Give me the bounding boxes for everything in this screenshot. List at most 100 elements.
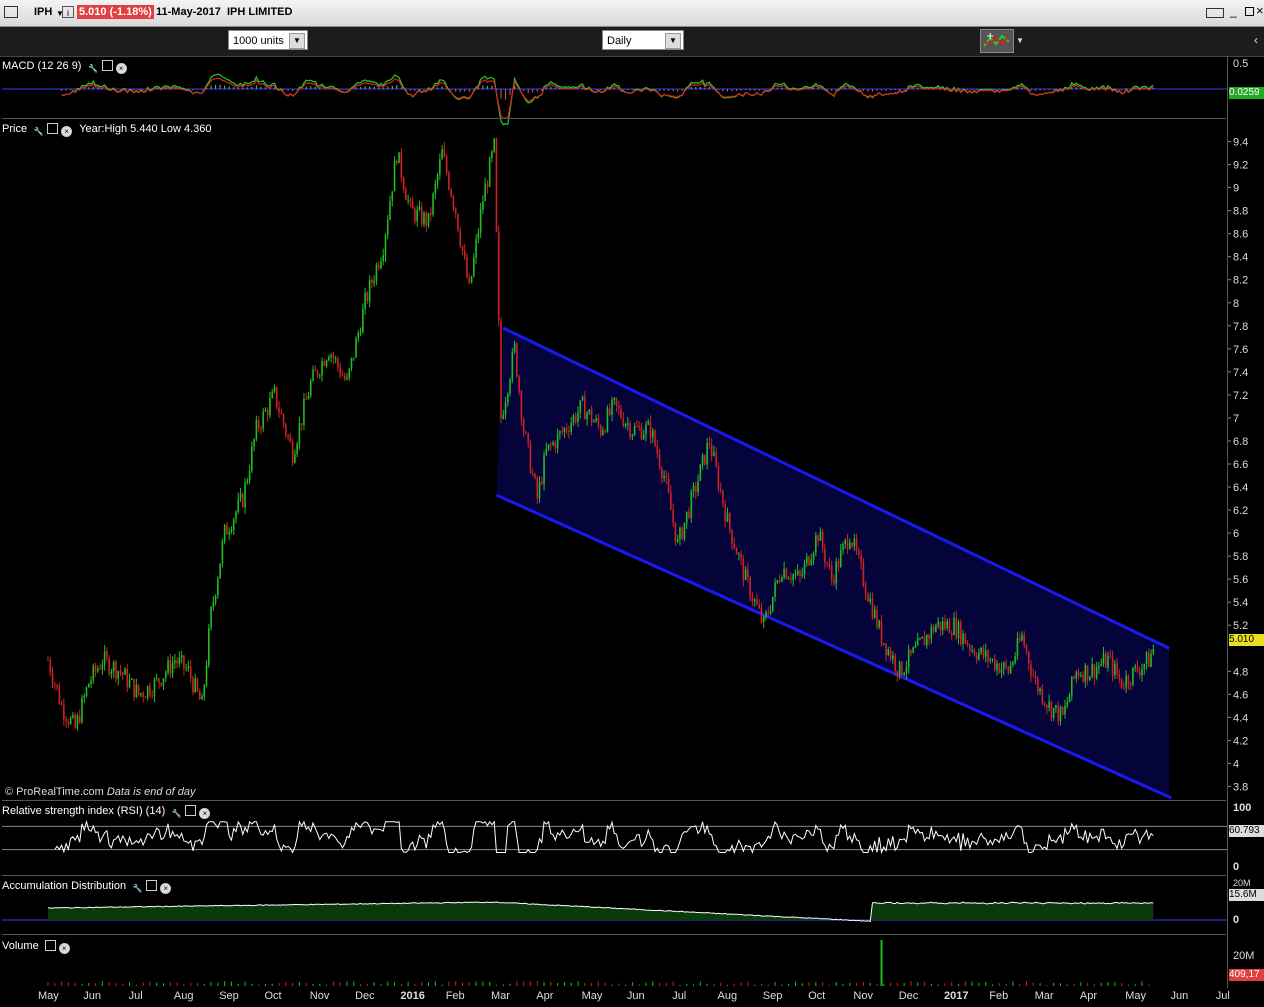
candle-body <box>269 398 271 416</box>
panel-separator[interactable] <box>2 875 1226 876</box>
close-icon[interactable]: × <box>61 126 73 137</box>
candle-body <box>744 569 747 581</box>
candle-body <box>756 599 758 605</box>
y-tick-label: 4.4 <box>1233 712 1248 724</box>
candle-body <box>631 434 634 437</box>
candle-body <box>894 655 896 671</box>
candle-body <box>778 580 781 582</box>
candle-body <box>858 550 860 555</box>
ad-zero-tick: 0 <box>1233 914 1240 926</box>
chart-area[interactable]: 9.4 9.2 9 8.8 8.6 8.4 8.2 8 7.8 7.6 7.4 7.2 7 6.8 6.6 6… <box>0 0 1264 1007</box>
candle-body <box>681 527 683 540</box>
candle-body <box>83 696 86 698</box>
candle-body <box>869 598 871 602</box>
candle-body <box>819 531 822 541</box>
candle-body <box>762 616 765 622</box>
candle-body <box>380 260 382 269</box>
close-icon[interactable]: × <box>58 943 70 954</box>
candle-body <box>110 671 113 674</box>
close-icon[interactable]: × <box>160 883 172 894</box>
candle-body <box>520 391 523 420</box>
candle-body <box>332 354 335 359</box>
candle-body <box>117 671 120 679</box>
x-axis[interactable]: May Jun Jul Aug Sep Oct Nov Dec 2016 Feb Mar Apr May… <box>0 988 1230 1007</box>
candle-body <box>640 426 643 440</box>
close-icon[interactable]: × <box>199 808 211 819</box>
candle-body <box>624 423 627 427</box>
window-icon[interactable] <box>146 880 158 891</box>
window-icon[interactable] <box>47 123 59 134</box>
candle-body <box>346 377 348 380</box>
candle-body <box>78 715 81 723</box>
panel-separator[interactable] <box>2 934 1226 935</box>
rsi-top-tick: 100 <box>1233 802 1252 814</box>
candle-body <box>167 660 169 673</box>
candle-body <box>989 659 992 662</box>
candle-body <box>803 563 806 575</box>
x-tick-label: Jul <box>128 990 143 1002</box>
candle-body <box>164 672 167 679</box>
y-tick-label: 5.2 <box>1233 620 1248 632</box>
candle-body <box>738 553 740 555</box>
candle-body <box>540 481 543 484</box>
window-icon[interactable] <box>185 805 197 816</box>
candle-body <box>849 542 851 549</box>
window-icon[interactable] <box>101 60 113 71</box>
candle-body <box>941 621 944 631</box>
candle-body <box>719 488 722 491</box>
candle-body <box>275 386 278 408</box>
wrench-icon[interactable]: 🔧 <box>33 127 44 138</box>
candle-body <box>115 662 117 679</box>
wrench-icon[interactable]: 🔧 <box>171 809 182 820</box>
candle-body <box>475 239 477 258</box>
candle-body <box>1114 663 1116 676</box>
candle-body <box>715 452 717 467</box>
candle-body <box>237 499 240 512</box>
macd-top-tick: 0.5 <box>1233 58 1249 70</box>
candle-body <box>932 626 935 633</box>
candle-body <box>758 604 761 609</box>
candle-body <box>330 354 332 357</box>
window-icon[interactable] <box>44 940 56 951</box>
candle-body <box>391 191 394 202</box>
y-axis-divider <box>1227 56 1228 988</box>
candle-body <box>149 686 151 696</box>
candle-body <box>1057 705 1059 722</box>
x-tick-label: 2017 <box>944 990 969 1002</box>
panel-separator[interactable] <box>2 800 1226 801</box>
x-tick-label: Jul <box>672 990 687 1002</box>
candle-body <box>1021 634 1023 641</box>
candle-body <box>160 682 163 686</box>
candle-body <box>996 663 998 670</box>
candle-body <box>724 504 727 522</box>
candle-body <box>291 441 294 463</box>
candle-body <box>144 697 147 699</box>
candle-body <box>694 485 697 493</box>
candle-body <box>99 668 101 670</box>
candle-body <box>921 636 924 639</box>
candle-body <box>688 511 690 519</box>
candle-body <box>579 400 582 413</box>
candle-body <box>1000 668 1003 674</box>
panel-separator[interactable] <box>2 118 1226 119</box>
x-tick-label: Apr <box>536 990 554 1002</box>
candle-body <box>928 635 930 639</box>
candle-body <box>280 412 283 415</box>
candle-body <box>371 279 373 283</box>
candle-body <box>667 478 670 493</box>
candle-body <box>561 431 563 433</box>
candle-body <box>493 138 496 152</box>
x-tick-label: Aug <box>717 990 738 1002</box>
candle-body <box>49 659 52 673</box>
candle-body <box>112 662 115 672</box>
rsi-bottom-tick: 0 <box>1233 861 1240 873</box>
candle-body <box>441 149 443 160</box>
candle-body <box>443 149 446 157</box>
wrench-icon[interactable]: 🔧 <box>132 884 143 895</box>
candle-body <box>892 655 894 660</box>
close-icon[interactable]: × <box>115 63 127 74</box>
candle-body <box>1077 671 1080 676</box>
candle-body <box>833 579 835 584</box>
wrench-icon[interactable]: 🔧 <box>88 64 99 75</box>
candle-body <box>502 414 505 419</box>
